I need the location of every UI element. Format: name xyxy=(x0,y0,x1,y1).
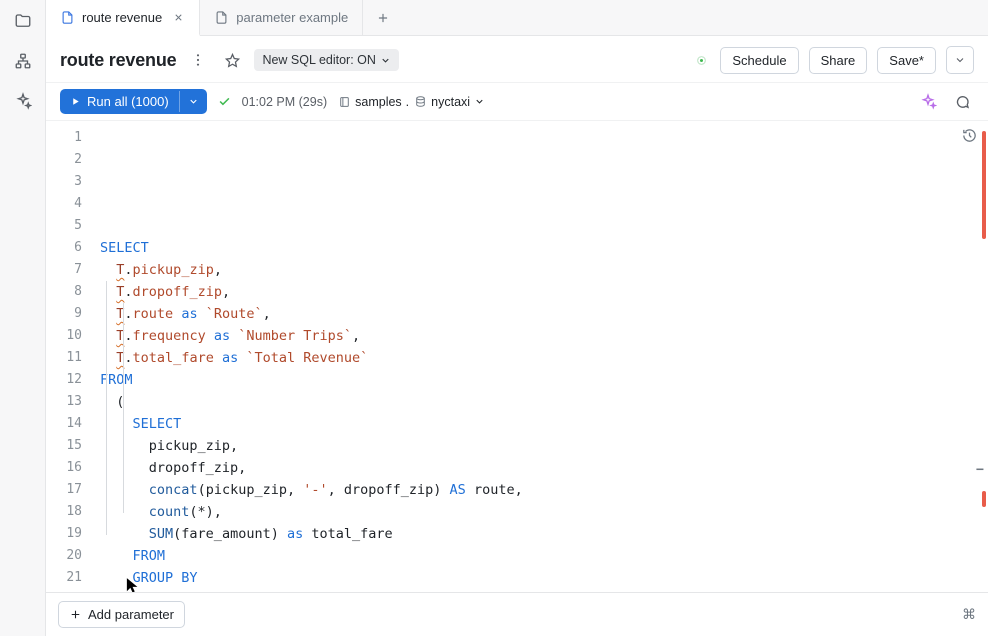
schema-icon[interactable] xyxy=(12,50,34,72)
run-bar: Run all (1000) 01:02 PM (29s) samples . … xyxy=(46,83,988,121)
code-line: FROM xyxy=(100,545,988,567)
close-icon[interactable] xyxy=(171,10,185,24)
scroll-marker-icon xyxy=(982,491,986,507)
code-line: T.total_fare as `Total Revenue` xyxy=(100,347,988,369)
history-icon[interactable] xyxy=(961,127,978,144)
save-dropdown-button[interactable] xyxy=(946,46,974,74)
code-line: ( xyxy=(100,391,988,413)
catalog-icon xyxy=(337,95,351,109)
assistant-sparkle-icon[interactable] xyxy=(916,90,940,114)
sql-editor-toggle[interactable]: New SQL editor: ON xyxy=(254,49,398,71)
database-icon xyxy=(413,95,427,109)
new-tab-button[interactable] xyxy=(363,0,403,35)
check-icon xyxy=(217,94,232,109)
run-label: Run all (1000) xyxy=(87,94,169,109)
page-title: route revenue xyxy=(60,50,176,71)
tab-label: route revenue xyxy=(82,10,162,25)
schema-name: nyctaxi xyxy=(431,95,470,109)
code-line: GROUP BY xyxy=(100,567,988,589)
line-gutter: 123456789101112131415161718192021 xyxy=(46,121,90,592)
save-button[interactable]: Save* xyxy=(877,47,936,74)
sparkle-icon[interactable] xyxy=(12,90,34,112)
catalog-schema-selector[interactable]: samples . nyctaxi xyxy=(337,95,485,109)
code-line: count(*), xyxy=(100,501,988,523)
tab-route-revenue[interactable]: route revenue xyxy=(46,0,200,36)
code-line: T.route as `Route`, xyxy=(100,303,988,325)
catalog-name: samples xyxy=(355,95,402,109)
tab-parameter-example[interactable]: parameter example xyxy=(200,0,363,35)
code-line: T.dropoff_zip, xyxy=(100,281,988,303)
file-icon xyxy=(214,10,229,25)
code-line: 1,2,3 xyxy=(100,589,988,592)
code-line: FROM xyxy=(100,369,988,391)
footer-bar: Add parameter ⌘ xyxy=(46,592,988,636)
scroll-marker-icon xyxy=(982,131,986,239)
tabs-bar: route revenue parameter example xyxy=(46,0,988,36)
editor-header: route revenue New SQL editor: ON Schedul… xyxy=(46,36,988,83)
folder-icon[interactable] xyxy=(12,10,34,32)
minimap-minus-icon: − xyxy=(976,461,984,477)
comment-icon[interactable] xyxy=(950,90,974,114)
left-rail xyxy=(0,0,46,636)
kebab-menu-icon[interactable] xyxy=(186,48,210,72)
code-line: pickup_zip, xyxy=(100,435,988,457)
code-line: concat(pickup_zip, '-', dropoff_zip) AS … xyxy=(100,479,988,501)
status-indicator-icon xyxy=(697,56,706,65)
code-line: SELECT xyxy=(100,413,988,435)
run-all-button[interactable]: Run all (1000) xyxy=(60,89,207,114)
code-line: dropoff_zip, xyxy=(100,457,988,479)
toggle-label: New SQL editor: ON xyxy=(262,53,375,67)
keyboard-shortcut-icon[interactable]: ⌘ xyxy=(962,606,976,623)
tab-label: parameter example xyxy=(236,10,348,25)
code-area[interactable]: SELECT T.pickup_zip, T.dropoff_zip, T.ro… xyxy=(90,121,988,592)
run-dropdown-button[interactable] xyxy=(179,91,207,112)
star-icon[interactable] xyxy=(220,48,244,72)
file-icon xyxy=(60,10,75,25)
schedule-button[interactable]: Schedule xyxy=(720,47,798,74)
code-editor[interactable]: − 123456789101112131415161718192021 SELE… xyxy=(46,121,988,592)
add-parameter-label: Add parameter xyxy=(88,607,174,622)
main-area: route revenue parameter example route re… xyxy=(46,0,988,636)
mouse-cursor-icon xyxy=(126,533,191,592)
code-line: T.pickup_zip, xyxy=(100,259,988,281)
code-line: SUM(fare_amount) as total_fare xyxy=(100,523,988,545)
run-timestamp: 01:02 PM (29s) xyxy=(242,95,327,109)
code-line: SELECT xyxy=(100,237,988,259)
share-button[interactable]: Share xyxy=(809,47,868,74)
code-line: T.frequency as `Number Trips`, xyxy=(100,325,988,347)
add-parameter-button[interactable]: Add parameter xyxy=(58,601,185,628)
